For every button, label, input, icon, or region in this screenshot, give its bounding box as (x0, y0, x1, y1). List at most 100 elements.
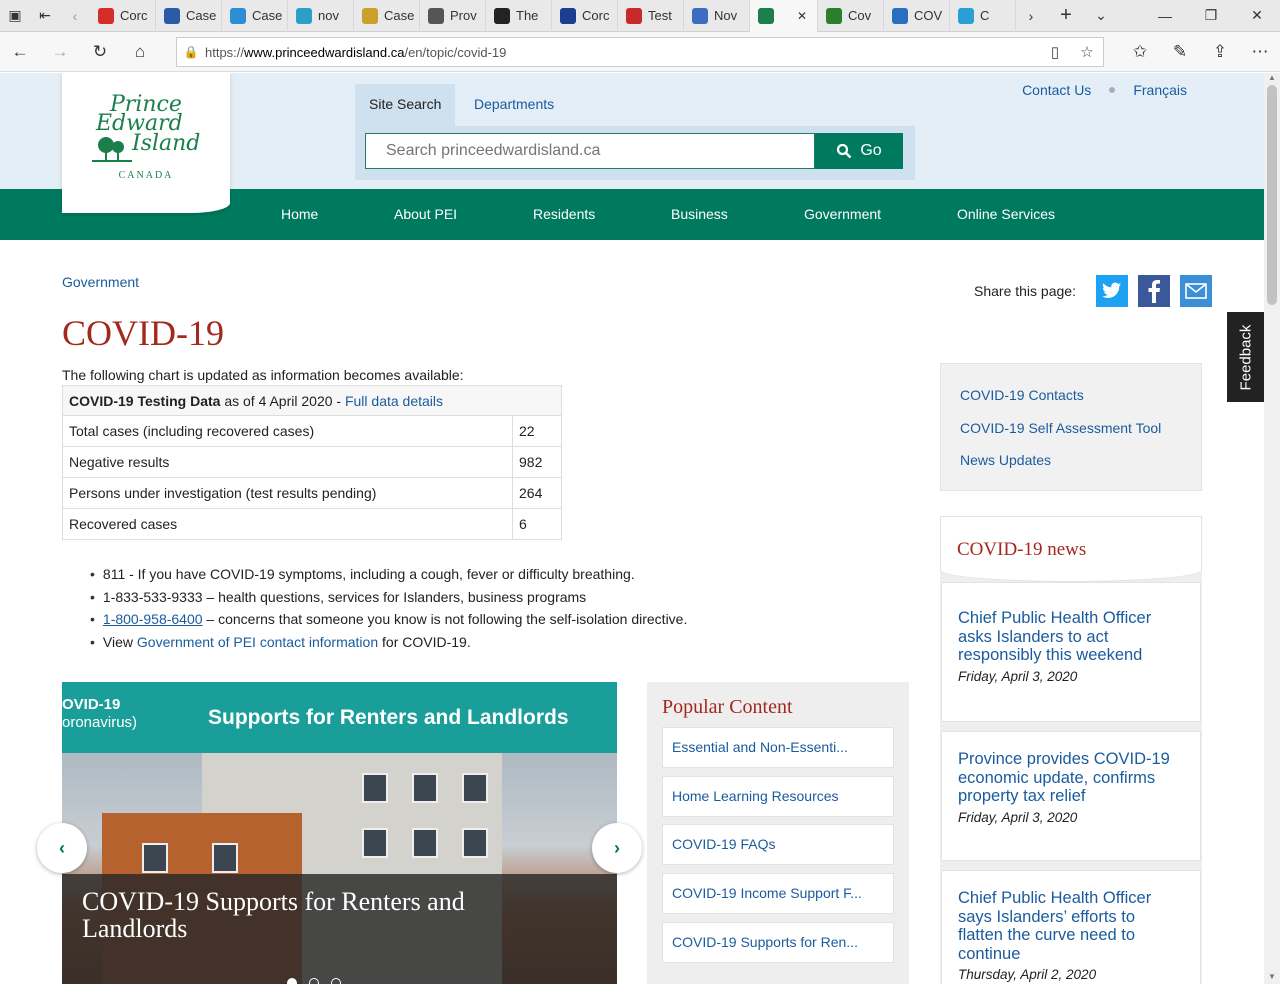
self-assessment-link[interactable]: COVID-19 Self Assessment Tool (960, 420, 1161, 436)
share-icon[interactable]: ⇪ (1200, 32, 1240, 72)
browser-tab[interactable]: Cov (818, 0, 884, 32)
carousel-prev-button[interactable]: ‹ (37, 823, 87, 873)
browser-tab[interactable]: Case (222, 0, 288, 32)
browser-tab[interactable]: Case (354, 0, 420, 32)
bullet-view-text: View (102, 633, 137, 650)
search-input[interactable] (365, 133, 815, 169)
contact-information-link[interactable]: Government of PEI contact information (137, 634, 378, 650)
browser-tab[interactable]: Nov (684, 0, 750, 32)
tab-favicon-icon (826, 7, 842, 24)
favorites-icon[interactable]: ✩ (1120, 32, 1160, 72)
carousel-dot[interactable] (331, 978, 341, 984)
close-window-icon[interactable]: ✕ (1234, 0, 1280, 32)
minimize-icon[interactable]: — (1142, 0, 1188, 32)
tab-scroll-left-icon[interactable]: ‹ (60, 0, 90, 32)
pei-logo[interactable]: Prince Edward Island CANADA (62, 73, 230, 213)
carousel-dot[interactable] (287, 978, 297, 984)
top-links: Contact Us Français (1022, 82, 1187, 98)
news-item-link[interactable]: Chief Public Health Officer asks Islande… (958, 609, 1184, 665)
browser-tab[interactable]: Corc (90, 0, 156, 32)
tab-scroll-right-icon[interactable]: › (1016, 0, 1046, 32)
home-icon[interactable]: ⌂ (120, 32, 160, 72)
url-field[interactable]: 🔒 https://www.princeedwardisland.ca/en/t… (176, 37, 1104, 67)
carousel-caption-title[interactable]: COVID-19 Supports for Renters and Landlo… (82, 888, 522, 942)
favorite-star-icon[interactable]: ☆ (1071, 43, 1103, 61)
email-share-button[interactable] (1179, 275, 1212, 307)
nav-about-pei[interactable]: About PEI (394, 206, 457, 222)
contact-us-link[interactable]: Contact Us (1022, 82, 1091, 98)
back-icon[interactable]: ← (0, 32, 40, 72)
tab-favicon-icon (428, 7, 444, 24)
browser-tab[interactable]: ✕ (750, 0, 818, 32)
bullet-for-covid-text: for COVID-19. (378, 633, 471, 650)
refresh-icon[interactable]: ↻ (80, 32, 120, 72)
restore-icon[interactable]: ❐ (1188, 0, 1234, 32)
carousel-caption[interactable]: COVID-19 Supports for Renters and Landlo… (62, 874, 617, 984)
browser-tab[interactable]: nov (288, 0, 354, 32)
browser-tab[interactable]: Case (156, 0, 222, 32)
banner-title: Supports for Renters and Landlords (208, 706, 569, 729)
separator-dot (1109, 87, 1116, 93)
search-area: Site Search Departments Go (355, 84, 915, 180)
feedback-button[interactable]: Feedback (1227, 312, 1264, 402)
nav-government[interactable]: Government (804, 206, 881, 222)
bullet-isolation-text: – concerns that someone you know is not … (202, 611, 688, 627)
popular-item[interactable]: Home Learning Resources (662, 776, 894, 817)
popular-item[interactable]: Essential and Non-Essenti... (662, 727, 894, 768)
feedback-label: Feedback (1237, 324, 1254, 390)
new-tab-icon[interactable]: + (1046, 0, 1086, 32)
more-icon[interactable]: ⋯ (1240, 32, 1280, 72)
francais-link[interactable]: Français (1133, 82, 1187, 98)
feature-carousel[interactable]: OVID-19 oronavirus) Supports for Renters… (62, 682, 617, 984)
lock-icon[interactable]: 🔒 (177, 45, 205, 59)
close-tab-icon[interactable]: ✕ (797, 9, 807, 23)
full-data-details-link[interactable]: Full data details (345, 393, 443, 409)
browser-tab[interactable]: Test (618, 0, 684, 32)
carousel-dot[interactable] (309, 978, 319, 984)
twitter-share-button[interactable] (1095, 275, 1128, 307)
browser-tab[interactable]: Corc (552, 0, 618, 32)
news-item-link[interactable]: Province provides COVID-19 economic upda… (958, 750, 1184, 806)
pen-icon[interactable]: ✎ (1160, 32, 1200, 72)
scroll-up-icon[interactable]: ▲ (1264, 73, 1280, 85)
popular-item[interactable]: COVID-19 FAQs (662, 824, 894, 865)
browser-tab[interactable]: COV (884, 0, 950, 32)
scrollbar-thumb[interactable] (1267, 85, 1277, 305)
reading-view-icon[interactable]: ▯ (1039, 43, 1071, 61)
scroll-down-icon[interactable]: ▼ (1264, 972, 1280, 984)
browser-tab[interactable]: Prov (420, 0, 486, 32)
share-label: Share this page: (974, 283, 1076, 299)
news-item-link[interactable]: Chief Public Health Officer says Islande… (958, 889, 1184, 963)
breadcrumb-government[interactable]: Government (62, 274, 139, 290)
set-aside-tabs-icon[interactable]: ⇤ (30, 0, 60, 32)
popular-item[interactable]: COVID-19 Supports for Ren... (662, 922, 894, 963)
tree-icon (92, 137, 132, 162)
web-page: Prince Edward Island CANADA Site Search … (0, 73, 1264, 984)
tab-favicon-icon (958, 7, 974, 24)
table-caption-row: COVID-19 Testing Data as of 4 April 2020… (62, 385, 562, 416)
carousel-next-button[interactable]: › (592, 823, 642, 873)
building-window (462, 773, 488, 803)
nav-business[interactable]: Business (671, 206, 728, 222)
page-scrollbar[interactable]: ▲ ▼ (1264, 73, 1280, 984)
forward-icon[interactable]: → (40, 32, 80, 72)
covid-contacts-link[interactable]: COVID-19 Contacts (960, 387, 1084, 403)
facebook-share-button[interactable] (1137, 275, 1170, 307)
browser-tab[interactable]: C (950, 0, 1016, 32)
nav-online-services[interactable]: Online Services (957, 206, 1055, 222)
popular-item[interactable]: COVID-19 Income Support F... (662, 873, 894, 914)
browser-tab[interactable]: The (486, 0, 552, 32)
tab-label: The (516, 8, 539, 23)
list-item: 1-800-958-6400 – concerns that someone y… (90, 608, 687, 631)
news-updates-link[interactable]: News Updates (960, 452, 1051, 468)
phone-link[interactable]: 1-800-958-6400 (103, 611, 203, 627)
tab-site-search[interactable]: Site Search (355, 84, 456, 126)
nav-residents[interactable]: Residents (533, 206, 595, 222)
search-go-button[interactable]: Go (815, 133, 903, 169)
tab-favicon-icon (560, 7, 576, 24)
tab-departments[interactable]: Departments (460, 84, 568, 126)
nav-home[interactable]: Home (281, 206, 318, 222)
tab-actions-icon[interactable]: ▣ (0, 0, 30, 32)
building-window (212, 843, 238, 873)
tab-list-icon[interactable]: ⌄ (1086, 0, 1116, 32)
